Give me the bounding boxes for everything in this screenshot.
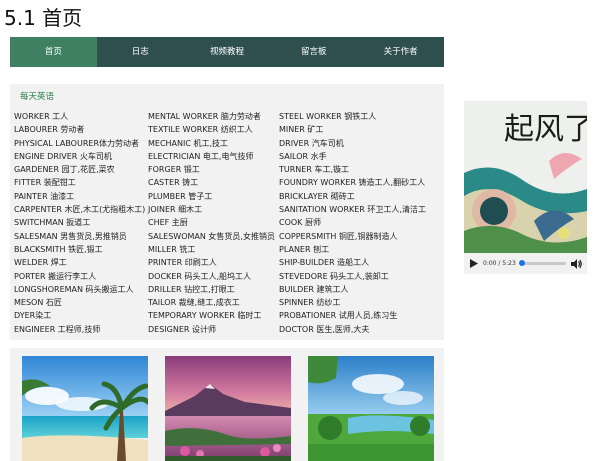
word-entry: PORTER 搬运行李工人 — [14, 271, 97, 281]
word-entry: PRINTER 印刷工人 — [148, 258, 217, 268]
word-entry: MINER 矿工 — [279, 125, 324, 135]
word-entry: BLACKSMITH 铁匠,锻工 — [14, 244, 103, 254]
word-entry: ENGINEER 工程师,技师 — [14, 324, 101, 334]
word-entry: WELDER 焊工 — [14, 258, 67, 268]
word-entry: COPPERSMITH 铜匠,铜器制造人 — [279, 231, 398, 241]
word-column: MENTAL WORKER 脑力劳动者 TEXTILE WORKER 纺织工人 ME… — [148, 110, 275, 336]
word-entry: BRICKLAYER 砌砖工 — [279, 191, 355, 201]
media-controls: 0:00 / 5:23 — [464, 253, 587, 274]
word-entry: PROBATIONER 试用人员,练习生 — [279, 311, 398, 321]
nav-item-about-author[interactable]: 关于作者 — [357, 37, 444, 67]
word-entry: PAINTER 油漆工 — [14, 191, 75, 201]
play-icon — [470, 259, 478, 268]
word-entry: STEEL WORKER 钢铁工人 — [279, 112, 377, 121]
word-entry: CARPENTER 木匠,木工(尤指粗木工) — [14, 205, 146, 215]
word-column: WORKER 工人 LABOURER 劳动者 PHYSICAL LABOURER体力… — [14, 110, 145, 336]
word-entry: TURNER 车工,镟工 — [279, 165, 349, 175]
word-entry: DRIVER 汽车司机 — [279, 138, 344, 148]
word-entry: MESON 石匠 — [14, 298, 62, 308]
word-entry: DOCKER 码头工人,船坞工人 — [148, 271, 251, 281]
word-entry: LABOURER 劳动者 — [14, 125, 85, 135]
nav-item-video-tutorials[interactable]: 视频教程 — [184, 37, 271, 67]
word-entry: MILLER 铣工 — [148, 244, 196, 254]
word-entry: BUILDER 建筑工人 — [279, 284, 349, 294]
word-entry: FORGER 锻工 — [148, 165, 200, 175]
word-entry: CASTER 铸工 — [148, 178, 199, 188]
page-title: 5.1 首页 — [4, 6, 83, 30]
word-entry: WORKER 工人 — [14, 112, 69, 121]
word-entry: MENTAL WORKER 脑力劳动者 — [148, 112, 261, 121]
word-entry: SWITCHMAN 扳道工 — [14, 218, 91, 228]
word-column: STEEL WORKER 钢铁工人 MINER 矿工 DRIVER 汽车司机 SAIL… — [279, 110, 426, 336]
time-display: 0:00 / 5:23 — [483, 260, 516, 267]
word-entry: COOK 厨师 — [279, 218, 321, 228]
nav-item-blog[interactable]: 日志 — [97, 37, 184, 67]
word-entry: FITTER 装配钳工 — [14, 178, 76, 188]
word-entry: ENGINE DRIVER 火车司机 — [14, 151, 112, 161]
word-entry: SANITATION WORKER 环卫工人,清洁工 — [279, 205, 426, 215]
volume-button[interactable] — [571, 253, 583, 274]
word-entry: STEVEDORE 码头工人,装卸工 — [279, 271, 389, 281]
word-entry: DYER染工 — [14, 311, 52, 321]
video-poster[interactable]: 起风了 — [464, 101, 587, 253]
main-nav: 首页 日志 视频教程 留言板 关于作者 — [10, 37, 444, 67]
word-entry: SPINNER 纺纱工 — [279, 298, 341, 308]
word-entry: PLUMBER 管子工 — [148, 191, 213, 201]
play-button[interactable] — [467, 253, 481, 274]
nav-item-home[interactable]: 首页 — [10, 37, 97, 67]
word-entry: SHIP-BUILDER 造船工人 — [279, 258, 370, 268]
volume-icon — [571, 258, 582, 269]
word-entry: SAILOR 水手 — [279, 151, 327, 161]
word-entry: ELECTRICIAN 电工,电气技师 — [148, 151, 254, 161]
video-player[interactable]: 起风了 0:00 / 5:23 — [464, 101, 587, 274]
progress-thumb[interactable] — [518, 260, 525, 266]
mountain-lake-photo — [165, 356, 291, 461]
video-art-text: 起风了 — [504, 112, 587, 147]
word-entry: CHEF 主厨 — [148, 218, 188, 228]
word-entry: SALESMAN 男售货员,男推销员 — [14, 231, 127, 241]
word-entry: TAILOR 裁缝,缝工,成衣工 — [148, 298, 240, 308]
nav-item-guestbook[interactable]: 留言板 — [270, 37, 357, 67]
word-entry: DESIGNER 设计师 — [148, 324, 216, 334]
green-park-photo — [308, 356, 434, 461]
word-entry: TEXTILE WORKER 纺织工人 — [148, 125, 253, 135]
word-entry: TEMPORARY WORKER 临时工 — [148, 311, 262, 321]
word-entry: SALESWOMAN 女售货员,女推销员 — [148, 231, 275, 241]
daily-english-panel: 每天英语 WORKER 工人 LABOURER 劳动者 PHYSICAL LABOU… — [10, 84, 444, 340]
progress-slider[interactable] — [518, 260, 566, 266]
word-entry: DOCTOR 医生,医师,大夫 — [279, 324, 370, 334]
word-entry: GARDENER 园丁,花匠,菜农 — [14, 165, 115, 175]
word-entry: JOINER 细木工 — [148, 205, 203, 215]
word-entry: PHYSICAL LABOURER体力劳动者 — [14, 138, 140, 148]
section-title: 每天英语 — [20, 92, 55, 102]
word-entry: FOUNDRY WORKER 铸造工人,翻砂工人 — [279, 178, 426, 188]
word-entry: MECHANIC 机工,技工 — [148, 138, 229, 148]
beach-photo — [22, 356, 148, 461]
word-entry: PLANER 刨工 — [279, 244, 330, 254]
word-entry: DRILLER 钻控工,打眼工 — [148, 284, 235, 294]
word-entry: LONGSHOREMAN 码头搬运工人 — [14, 284, 134, 294]
photo-gallery — [10, 348, 444, 461]
